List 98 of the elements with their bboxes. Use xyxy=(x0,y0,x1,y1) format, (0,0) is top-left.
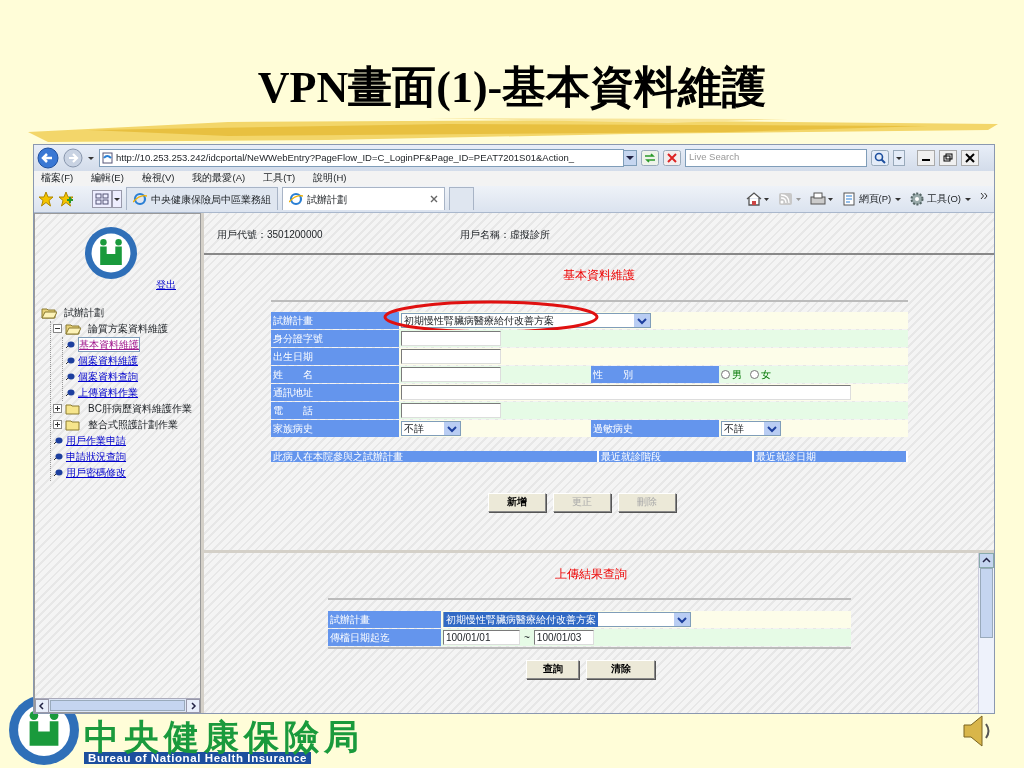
chevron-icon[interactable] xyxy=(980,191,988,200)
field-label: 試辦計畫 xyxy=(328,610,441,628)
bullet-icon xyxy=(65,388,75,397)
browser-tab[interactable]: 試辦計劃 xyxy=(282,187,445,211)
browser-tab[interactable]: 中央健康保險局中區業務組 xyxy=(126,187,278,211)
menu-item[interactable]: 工具(T) xyxy=(263,171,296,186)
radio-option[interactable]: 女 xyxy=(750,366,771,382)
logo-icon xyxy=(84,225,138,280)
stop-icon[interactable] xyxy=(663,149,681,166)
tree-link[interactable]: 上傳資料作業 xyxy=(78,385,138,401)
bullet-icon xyxy=(53,436,63,445)
tab-list-icon[interactable] xyxy=(92,189,122,208)
section-title: 基本資料維護 xyxy=(562,266,636,282)
page-icon xyxy=(102,151,113,164)
column-header: 最近就診階段 xyxy=(599,450,754,462)
field-label: 性 別 xyxy=(591,365,719,383)
browser-page-icon xyxy=(133,192,147,207)
gear-icon xyxy=(910,191,925,206)
bullet-icon xyxy=(65,372,75,381)
folder-icon xyxy=(65,322,81,335)
print-icon[interactable] xyxy=(809,191,834,206)
folder-icon xyxy=(65,418,81,431)
menu-item[interactable]: 說明(H) xyxy=(313,171,347,186)
menu-item[interactable]: 檢視(V) xyxy=(141,171,175,186)
menu-item[interactable]: 檔案(F) xyxy=(41,171,74,186)
form-button[interactable]: 新增 xyxy=(488,492,546,512)
caret-icon[interactable] xyxy=(893,149,905,166)
scroll-left-icon[interactable] xyxy=(35,699,49,713)
form-button[interactable]: 查詢 xyxy=(526,659,579,679)
column-header: 此病人在本院參與之試辦計畫 xyxy=(271,450,599,462)
browser-page-icon xyxy=(289,192,303,207)
select-field[interactable]: 不詳 xyxy=(401,420,461,436)
tree-link[interactable]: 個案資料查詢 xyxy=(78,369,138,385)
slide-title: VPN畫面(1)-基本資料維護 xyxy=(256,62,768,114)
column-header: 最近就診日期 xyxy=(754,450,908,462)
tree-folder[interactable]: BC肝病歷資料維護作業 xyxy=(88,401,192,417)
tree-link[interactable]: 個案資料維護 xyxy=(78,353,138,369)
menu-item[interactable]: 我的最愛(A) xyxy=(192,171,246,186)
scroll-right-icon[interactable] xyxy=(186,699,200,713)
collapse-icon[interactable] xyxy=(53,324,62,334)
expand-icon[interactable] xyxy=(53,404,62,414)
form-button[interactable]: 清除 xyxy=(586,659,655,679)
dropdown-button[interactable] xyxy=(623,149,637,166)
command-menu[interactable]: 網頁(P) xyxy=(841,191,903,206)
back-icon[interactable] xyxy=(37,146,59,169)
bullet-icon xyxy=(65,356,75,365)
tree-folder[interactable]: 整合式照護計劃作業 xyxy=(88,417,178,433)
field-label: 傳檔日期起迄 xyxy=(328,628,441,646)
field-label: 家族病史 xyxy=(271,419,399,437)
field-label: 試辦計畫 xyxy=(271,311,399,329)
date-field[interactable]: 100/01/01 xyxy=(443,629,520,645)
user-id-text: 用戶代號：3501200000 xyxy=(217,227,323,242)
tree-folder[interactable]: 論質方案資料維護 xyxy=(88,321,168,337)
folder-icon xyxy=(65,402,81,415)
home-icon[interactable] xyxy=(745,191,770,206)
bullet-icon xyxy=(53,452,63,461)
radio-option[interactable]: 男 xyxy=(721,366,742,382)
field-label: 過敏病史 xyxy=(591,419,719,437)
scroll-up-icon[interactable] xyxy=(979,552,994,568)
search-icon[interactable] xyxy=(871,149,889,166)
star-icon[interactable] xyxy=(38,190,54,207)
bullet-icon xyxy=(65,340,75,349)
field-label: 通訊地址 xyxy=(271,383,399,401)
field-label: 姓 名 xyxy=(271,365,399,383)
text-field[interactable] xyxy=(401,348,501,364)
select-field[interactable]: 初期慢性腎臟病醫療給付改善方案 xyxy=(401,312,651,328)
close-tab-icon[interactable] xyxy=(430,195,438,204)
bullet-icon xyxy=(53,468,63,477)
text-field[interactable] xyxy=(401,330,501,346)
scrollbar-thumb[interactable] xyxy=(50,700,185,711)
restore-icon[interactable] xyxy=(939,149,957,166)
logout-link[interactable]: 登出 xyxy=(156,277,176,292)
text-field[interactable] xyxy=(401,402,501,418)
tree-folder[interactable]: 試辦計劃 xyxy=(64,305,104,321)
user-name-text: 用戶名稱：虛擬診所 xyxy=(459,227,550,242)
scrollbar-thumb[interactable] xyxy=(980,567,993,638)
field-label: 電 話 xyxy=(271,401,399,419)
section-title: 上傳結果查詢 xyxy=(554,565,628,581)
close-icon[interactable] xyxy=(961,149,979,166)
add-favorite-icon[interactable] xyxy=(58,190,74,207)
page-icon xyxy=(841,191,856,206)
tree-link[interactable]: 申請狀況查詢 xyxy=(66,449,126,465)
menu-item[interactable]: 編輯(E) xyxy=(91,171,124,186)
select-field[interactable]: 不詳 xyxy=(721,420,781,436)
tree-link[interactable]: 用戶密碼修改 xyxy=(66,465,126,481)
minimize-icon[interactable] xyxy=(917,149,935,166)
tree-link[interactable]: 基本資料維護 xyxy=(78,337,140,353)
date-field[interactable]: 100/01/03 xyxy=(533,629,594,645)
range-separator: ~ xyxy=(524,630,530,645)
command-menu[interactable]: 工具(O) xyxy=(910,191,972,206)
select-field[interactable]: 初期慢性腎臟病醫療給付改善方案 xyxy=(443,611,691,627)
address-field[interactable]: http://10.253.253.242/idcportal/NeWWebEntry?PageFlow_ID=C_LoginPF&Page_ID=PEAT7201S01&Action_ xyxy=(99,148,624,167)
field-label: 身分證字號 xyxy=(271,329,399,347)
expand-icon[interactable] xyxy=(53,420,62,430)
tree-link[interactable]: 用戶作業申請 xyxy=(66,433,126,449)
text-field[interactable] xyxy=(401,366,501,382)
text-field[interactable] xyxy=(401,384,851,400)
field-label: 出生日期 xyxy=(271,347,399,365)
